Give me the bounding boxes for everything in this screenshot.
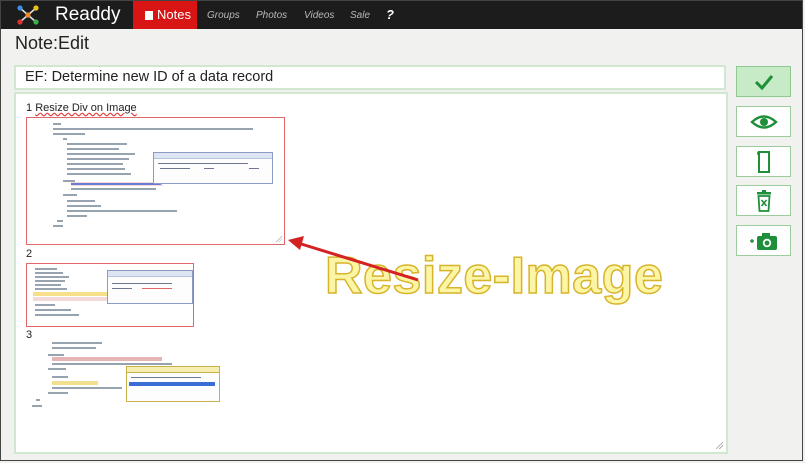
- annotation-arrow: [288, 236, 419, 282]
- eye-icon: [749, 114, 778, 129]
- nav-item-videos[interactable]: Videos: [304, 10, 334, 21]
- debugger-watch-window: [107, 270, 193, 304]
- preview-button[interactable]: [736, 106, 791, 137]
- embedded-image-2[interactable]: [26, 263, 194, 327]
- debugger-watch-window: [153, 152, 273, 184]
- resize-handle[interactable]: [276, 236, 282, 242]
- nav-item-label: Notes: [157, 7, 191, 22]
- trash-icon: [756, 189, 771, 212]
- delete-button[interactable]: [736, 185, 791, 216]
- camera-icon: [749, 232, 777, 250]
- nav-item-groups[interactable]: Groups: [207, 10, 240, 21]
- document-button[interactable]: [736, 146, 791, 177]
- readdy-logo-icon[interactable]: [17, 5, 39, 25]
- debugger-watch-window: [126, 366, 220, 402]
- nav-item-photos[interactable]: Photos: [256, 10, 287, 21]
- page-title: Note:Edit: [15, 33, 90, 53]
- help-link[interactable]: ?: [386, 7, 394, 22]
- editor-resize-handle[interactable]: [716, 442, 723, 449]
- top-navbar: Readdy Notes Groups Photos Videos Sale ?: [1, 1, 803, 29]
- note-title-input[interactable]: EF: Determine new ID of a data record: [14, 65, 726, 90]
- notes-icon: [145, 11, 153, 20]
- note-editor[interactable]: 1 Resize Div on Image 2 3 Resize-Image: [14, 92, 728, 454]
- item-1-label-text: Resize Div on Image: [35, 102, 137, 114]
- save-button[interactable]: [736, 66, 791, 97]
- add-photo-button[interactable]: [736, 225, 791, 256]
- nav-item-sale[interactable]: Sale: [350, 10, 370, 21]
- embedded-image-3[interactable]: [26, 340, 226, 420]
- item-2-label: 2: [26, 248, 33, 260]
- document-icon: [756, 150, 770, 173]
- app-brand[interactable]: Readdy: [55, 4, 121, 26]
- embedded-image-1[interactable]: [26, 117, 285, 245]
- nav-item-notes[interactable]: Notes: [133, 1, 197, 29]
- checkmark-icon: [754, 74, 773, 90]
- item-1-label: 1 Resize Div on Image: [26, 102, 137, 114]
